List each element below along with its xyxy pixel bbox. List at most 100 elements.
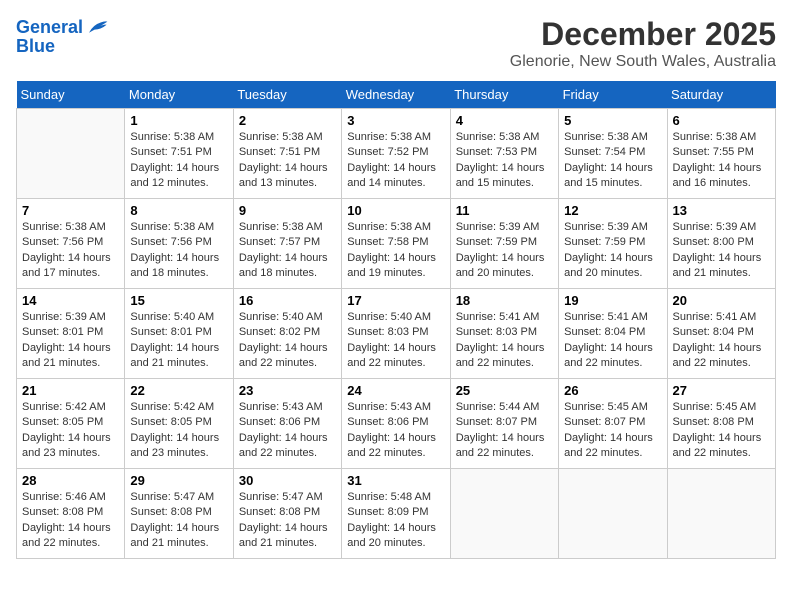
calendar-cell: 9 Sunrise: 5:38 AM Sunset: 7:57 PM Daylig… [233,199,341,289]
day-number: 27 [673,383,770,398]
day-info: Sunrise: 5:46 AM Sunset: 8:08 PM Dayligh… [22,490,119,552]
day-header-monday: Monday [125,81,233,109]
page-title: December 2025 [510,16,776,53]
calendar-cell: 28 Sunrise: 5:46 AM Sunset: 8:08 PM Dayli… [17,469,125,559]
day-number: 20 [673,293,770,308]
day-info: Sunrise: 5:47 AM Sunset: 8:08 PM Dayligh… [239,490,336,552]
day-info: Sunrise: 5:38 AM Sunset: 7:53 PM Dayligh… [456,130,553,192]
calendar-cell: 29 Sunrise: 5:47 AM Sunset: 8:08 PM Dayli… [125,469,233,559]
day-info: Sunrise: 5:38 AM Sunset: 7:52 PM Dayligh… [347,130,444,192]
calendar-week-1: 1 Sunrise: 5:38 AM Sunset: 7:51 PM Daylig… [17,109,776,199]
calendar-cell: 13 Sunrise: 5:39 AM Sunset: 8:00 PM Dayli… [667,199,775,289]
calendar-cell: 30 Sunrise: 5:47 AM Sunset: 8:08 PM Dayli… [233,469,341,559]
calendar-week-4: 21 Sunrise: 5:42 AM Sunset: 8:05 PM Dayli… [17,379,776,469]
day-number: 4 [456,113,553,128]
calendar-cell [667,469,775,559]
day-number: 6 [673,113,770,128]
calendar-cell: 11Sunrise: 5:39 AM Sunset: 7:59 PM Dayli… [450,199,558,289]
calendar-cell: 16 Sunrise: 5:40 AM Sunset: 8:02 PM Dayli… [233,289,341,379]
calendar-cell: 8 Sunrise: 5:38 AM Sunset: 7:56 PM Daylig… [125,199,233,289]
calendar-header-row: SundayMondayTuesdayWednesdayThursdayFrid… [17,81,776,109]
day-info: Sunrise: 5:41 AM Sunset: 8:04 PM Dayligh… [673,310,770,372]
day-number: 28 [22,473,119,488]
day-info: Sunrise: 5:39 AM Sunset: 7:59 PM Dayligh… [456,220,553,282]
day-header-thursday: Thursday [450,81,558,109]
calendar-week-2: 7 Sunrise: 5:38 AM Sunset: 7:56 PM Daylig… [17,199,776,289]
day-info: Sunrise: 5:38 AM Sunset: 7:51 PM Dayligh… [239,130,336,192]
day-number: 31 [347,473,444,488]
calendar-cell: 18 Sunrise: 5:41 AM Sunset: 8:03 PM Dayli… [450,289,558,379]
day-info: Sunrise: 5:38 AM Sunset: 7:57 PM Dayligh… [239,220,336,282]
day-info: Sunrise: 5:40 AM Sunset: 8:02 PM Dayligh… [239,310,336,372]
calendar-cell: 2Sunrise: 5:38 AM Sunset: 7:51 PM Daylig… [233,109,341,199]
calendar-cell: 12Sunrise: 5:39 AM Sunset: 7:59 PM Dayli… [559,199,667,289]
calendar-cell: 7 Sunrise: 5:38 AM Sunset: 7:56 PM Daylig… [17,199,125,289]
calendar-cell [17,109,125,199]
day-info: Sunrise: 5:43 AM Sunset: 8:06 PM Dayligh… [239,400,336,462]
calendar-cell: 10 Sunrise: 5:38 AM Sunset: 7:58 PM Dayli… [342,199,450,289]
day-number: 24 [347,383,444,398]
day-info: Sunrise: 5:39 AM Sunset: 8:01 PM Dayligh… [22,310,119,372]
day-number: 15 [130,293,227,308]
calendar-cell: 27 Sunrise: 5:45 AM Sunset: 8:08 PM Dayli… [667,379,775,469]
day-number: 5 [564,113,661,128]
calendar-cell: 21 Sunrise: 5:42 AM Sunset: 8:05 PM Dayli… [17,379,125,469]
day-number: 26 [564,383,661,398]
day-header-friday: Friday [559,81,667,109]
calendar-cell [450,469,558,559]
day-number: 18 [456,293,553,308]
calendar-cell: 3 Sunrise: 5:38 AM Sunset: 7:52 PM Daylig… [342,109,450,199]
day-number: 25 [456,383,553,398]
day-info: Sunrise: 5:42 AM Sunset: 8:05 PM Dayligh… [22,400,119,462]
day-info: Sunrise: 5:38 AM Sunset: 7:51 PM Dayligh… [130,130,227,192]
day-number: 8 [130,203,227,218]
calendar-cell: 19 Sunrise: 5:41 AM Sunset: 8:04 PM Dayli… [559,289,667,379]
day-number: 29 [130,473,227,488]
calendar-cell: 6 Sunrise: 5:38 AM Sunset: 7:55 PM Daylig… [667,109,775,199]
day-number: 30 [239,473,336,488]
calendar-cell: 26 Sunrise: 5:45 AM Sunset: 8:07 PM Dayli… [559,379,667,469]
day-number: 1 [130,113,227,128]
day-header-sunday: Sunday [17,81,125,109]
day-info: Sunrise: 5:44 AM Sunset: 8:07 PM Dayligh… [456,400,553,462]
logo-bird-icon [85,16,109,40]
day-info: Sunrise: 5:40 AM Sunset: 8:01 PM Dayligh… [130,310,227,372]
title-section: December 2025 Glenorie, New South Wales,… [510,16,776,71]
day-info: Sunrise: 5:38 AM Sunset: 7:54 PM Dayligh… [564,130,661,192]
calendar-week-3: 14 Sunrise: 5:39 AM Sunset: 8:01 PM Dayli… [17,289,776,379]
logo: General Blue [16,16,109,58]
calendar-cell: 15 Sunrise: 5:40 AM Sunset: 8:01 PM Dayli… [125,289,233,379]
calendar-cell: 23Sunrise: 5:43 AM Sunset: 8:06 PM Dayli… [233,379,341,469]
day-info: Sunrise: 5:38 AM Sunset: 7:55 PM Dayligh… [673,130,770,192]
calendar-week-5: 28 Sunrise: 5:46 AM Sunset: 8:08 PM Dayli… [17,469,776,559]
day-number: 19 [564,293,661,308]
day-number: 21 [22,383,119,398]
day-info: Sunrise: 5:45 AM Sunset: 8:07 PM Dayligh… [564,400,661,462]
day-info: Sunrise: 5:41 AM Sunset: 8:04 PM Dayligh… [564,310,661,372]
page-header: General Blue December 2025 Glenorie, New… [16,16,776,71]
day-number: 16 [239,293,336,308]
calendar-cell: 22Sunrise: 5:42 AM Sunset: 8:05 PM Dayli… [125,379,233,469]
day-number: 22 [130,383,227,398]
day-number: 7 [22,203,119,218]
day-number: 3 [347,113,444,128]
logo-text2: Blue [16,36,55,58]
calendar-table: SundayMondayTuesdayWednesdayThursdayFrid… [16,81,776,559]
day-info: Sunrise: 5:38 AM Sunset: 7:56 PM Dayligh… [130,220,227,282]
calendar-cell [559,469,667,559]
day-header-saturday: Saturday [667,81,775,109]
day-info: Sunrise: 5:45 AM Sunset: 8:08 PM Dayligh… [673,400,770,462]
day-number: 13 [673,203,770,218]
day-info: Sunrise: 5:39 AM Sunset: 8:00 PM Dayligh… [673,220,770,282]
day-number: 12 [564,203,661,218]
day-info: Sunrise: 5:38 AM Sunset: 7:58 PM Dayligh… [347,220,444,282]
day-number: 14 [22,293,119,308]
day-info: Sunrise: 5:47 AM Sunset: 8:08 PM Dayligh… [130,490,227,552]
day-number: 10 [347,203,444,218]
calendar-cell: 1 Sunrise: 5:38 AM Sunset: 7:51 PM Daylig… [125,109,233,199]
day-header-tuesday: Tuesday [233,81,341,109]
day-number: 9 [239,203,336,218]
day-info: Sunrise: 5:41 AM Sunset: 8:03 PM Dayligh… [456,310,553,372]
day-info: Sunrise: 5:38 AM Sunset: 7:56 PM Dayligh… [22,220,119,282]
calendar-cell: 14 Sunrise: 5:39 AM Sunset: 8:01 PM Dayli… [17,289,125,379]
